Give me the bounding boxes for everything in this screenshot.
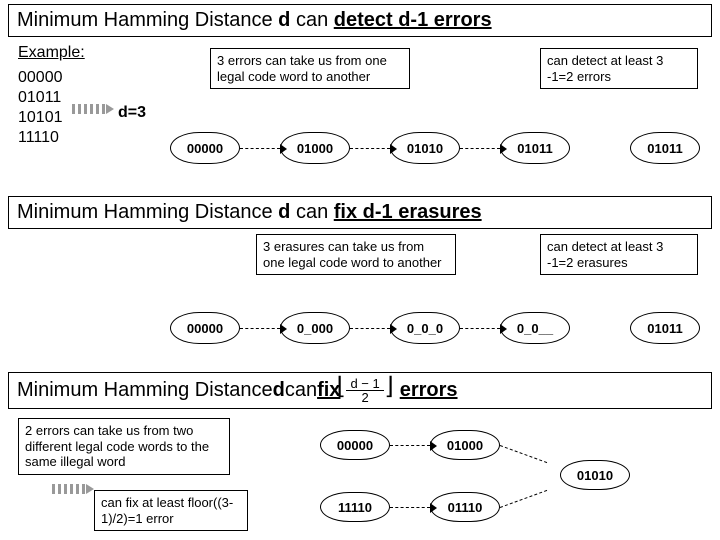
title-fix-errors: Minimum Hamming Distance d can fix d − 1… [8,372,712,409]
d-label: d=3 [118,104,146,122]
title-emph: fix d-1 erasures [334,201,482,223]
oval-node: 01110 [430,492,500,522]
note-errors-left: 3 errors can take us from one legal code… [210,48,410,89]
arrow-dash-icon [390,445,430,446]
oval-label: 00000 [187,321,223,336]
arrow-dash-icon [350,328,390,329]
oval-label: 11110 [338,500,372,515]
oval-label: 01000 [297,141,333,156]
note-erasures-left: 3 erasures can take us from one legal co… [256,234,456,275]
frac-den: 2 [357,391,372,404]
title-d: d [278,9,290,31]
oval-label: 0_0_0 [407,321,443,336]
title-mid: can [290,9,333,31]
oval-label: 01110 [448,500,483,515]
codeword-list: 00000 01011 10101 11110 [18,68,63,148]
title-erasures: Minimum Hamming Distance d can fix d-1 e… [8,196,712,229]
oval-node: 01000 [430,430,500,460]
arrow-dash-icon [390,507,430,508]
oval-node-merge: 01010 [560,460,630,490]
title-d: d [278,201,290,223]
oval-label: 0_000 [297,321,333,336]
oval-node: 00000 [320,430,390,460]
title-text: Minimum Hamming Distance [17,379,273,402]
oval-node: 01010 [390,132,460,164]
oval-label: 0_0__ [517,321,553,336]
arrow-dash-icon [460,148,500,149]
codeword: 00000 [18,68,63,88]
note-fix-bottom: can fix at least floor((3-1)/2)=1 error [94,490,248,531]
frac-num: d − 1 [346,377,383,391]
oval-node: 0_0__ [500,312,570,344]
title-mid: can [290,201,333,223]
title-d: d [273,379,285,402]
codeword: 11110 [18,128,63,148]
title-errors: errors [400,379,458,402]
title-emph: detect d-1 errors [334,9,492,31]
title-detect: Minimum Hamming Distance d can detect d-… [8,4,712,37]
oval-label: 01011 [647,141,682,156]
arrow-icon [52,484,86,494]
oval-node: 01000 [280,132,350,164]
note-fix-top: 2 errors can take us from two different … [18,418,230,475]
floor-fraction: d − 1 2 [346,377,383,404]
dash-line [500,445,547,463]
codeword: 01011 [18,88,63,108]
oval-node: 01011 [630,132,700,164]
arrow-icon [72,104,106,114]
oval-label: 01000 [447,438,483,453]
oval-label: 01011 [647,321,682,336]
oval-node: 11110 [320,492,390,522]
arrow-dash-icon [350,148,390,149]
oval-label: 00000 [187,141,223,156]
title-text: Minimum Hamming Distance [17,9,278,31]
arrow-dash-icon [240,328,280,329]
oval-node: 00000 [170,132,240,164]
dash-line [500,490,547,508]
title-text: Minimum Hamming Distance [17,201,278,223]
codeword: 10101 [18,108,63,128]
arrow-dash-icon [240,148,280,149]
oval-label: 01010 [577,468,613,483]
note-errors-right: can detect at least 3 -1=2 errors [540,48,698,89]
example-label: Example: [18,44,85,62]
oval-label: 00000 [337,438,373,453]
oval-label: 01011 [517,141,552,156]
oval-node: 0_0_0 [390,312,460,344]
oval-label: 01010 [407,141,443,156]
oval-node: 00000 [170,312,240,344]
oval-node: 01011 [630,312,700,344]
note-erasures-right: can detect at least 3 -1=2 erasures [540,234,698,275]
oval-node: 0_000 [280,312,350,344]
title-mid: can [285,379,317,402]
oval-node: 01011 [500,132,570,164]
arrow-dash-icon [460,328,500,329]
